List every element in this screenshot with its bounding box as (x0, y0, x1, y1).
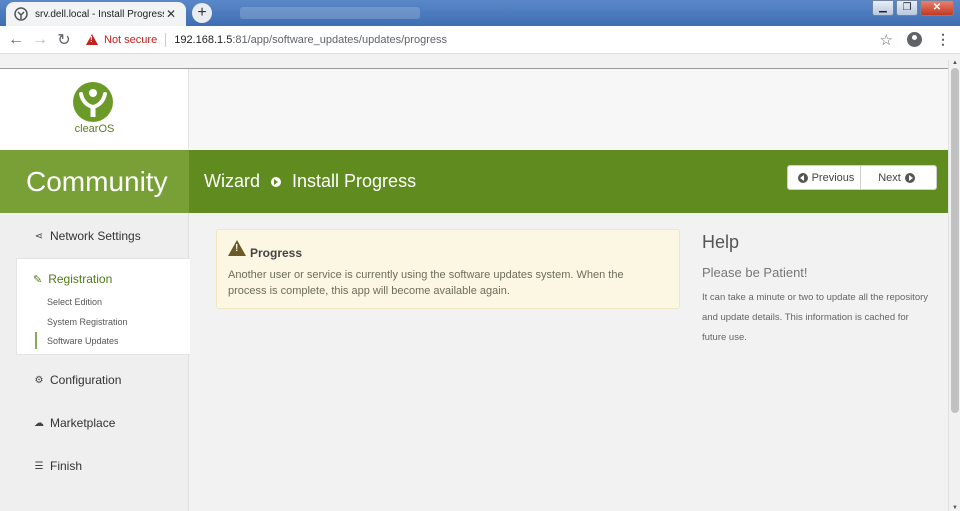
breadcrumb-separator-icon (271, 176, 282, 187)
warning-icon (86, 34, 98, 45)
title-bar: Community Wizard Install Progress Previo… (0, 150, 948, 213)
sidebar-item-label: Network Settings (50, 229, 141, 243)
sidebar-item-label: Marketplace (50, 416, 116, 430)
scroll-down-icon[interactable]: ▼ (951, 505, 959, 511)
sidebar-item-label: Configuration (50, 373, 122, 387)
help-subtitle: Please be Patient! (702, 265, 808, 280)
blurred-window-title (240, 7, 420, 19)
new-tab-button[interactable]: + (192, 3, 212, 23)
gears-icon: ⚙ (34, 374, 44, 386)
sidebar-item-network[interactable]: ⋖ Network Settings (33, 229, 141, 243)
breadcrumb-current: Install Progress (292, 171, 417, 191)
circle-arrow-left-icon (797, 172, 808, 183)
breadcrumb-root[interactable]: Wizard (204, 171, 260, 192)
url-path: :81/app/software_updates/updates/progres… (232, 33, 447, 46)
browser-toolbar: ← → ↻ Not secure 192.168.1.5:81/app/soft… (0, 26, 960, 54)
pencil-icon: ✎ (33, 273, 43, 286)
address-divider (165, 32, 167, 47)
logo-area: clearOS (0, 69, 189, 150)
back-arrow-icon[interactable]: ← (4, 28, 28, 52)
progress-alert: Progress Another user or service is curr… (216, 229, 680, 309)
security-indicator[interactable]: Not secure (86, 34, 157, 46)
sidebar-item-finish[interactable]: ☰ Finish (33, 459, 83, 473)
help-title: Help (702, 232, 740, 252)
list-icon: ☰ (34, 460, 44, 472)
reload-icon[interactable]: ↻ (52, 28, 76, 52)
minimize-icon[interactable]: ▁ (872, 0, 894, 16)
alert-message: Another user or service is currently usi… (228, 269, 624, 297)
active-indicator (35, 332, 37, 349)
browser-tab[interactable]: srv.dell.local - Install Progress ✕ (6, 2, 186, 26)
tab-title: srv.dell.local - Install Progress (35, 8, 164, 20)
browser-tab-bar: srv.dell.local - Install Progress ✕ + ▁ … (0, 0, 960, 26)
share-icon: ⋖ (34, 230, 44, 242)
cloud-download-icon: ☁ (34, 417, 44, 429)
breadcrumb: Wizard Install Progress (204, 150, 416, 213)
help-text: It can take a minute or two to update al… (702, 292, 929, 343)
scroll-thumb[interactable] (951, 68, 959, 413)
sidebar-item-label: Registration (48, 272, 113, 286)
wizard-sidebar: ⋖ Network Settings ✎ Registration Select… (0, 213, 190, 511)
window-controls: ▁ ❐ ✕ (872, 0, 954, 16)
alert-title: Progress (250, 246, 303, 260)
bookmark-star-icon[interactable]: ☆ (880, 31, 893, 49)
warning-icon (228, 240, 246, 256)
window-close-icon[interactable]: ✕ (920, 0, 954, 16)
sidebar-item-configuration[interactable]: ⚙ Configuration (33, 373, 122, 387)
sidebar-subitem-select-edition[interactable]: Select Edition (47, 297, 102, 307)
scroll-up-icon[interactable]: ▲ (951, 60, 959, 66)
profile-icon[interactable] (907, 32, 922, 47)
wizard-nav: Previous Next (787, 165, 937, 190)
sidebar-item-marketplace[interactable]: ☁ Marketplace (33, 416, 115, 430)
page-content: clearOS Community Wizard Install Progres… (0, 68, 948, 511)
registration-panel: ✎ Registration Select Edition System Reg… (16, 258, 190, 355)
restore-icon[interactable]: ❐ (896, 0, 918, 16)
address-bar[interactable]: 192.168.1.5:81/app/software_updates/upda… (174, 34, 447, 46)
url-host: 192.168.1.5 (174, 33, 233, 46)
menu-kebab-icon[interactable]: ⋮ (936, 31, 950, 48)
sidebar-item-registration[interactable]: ✎ Registration (33, 272, 112, 286)
sidebar-subitem-system-registration[interactable]: System Registration (47, 317, 128, 327)
next-button[interactable]: Next (861, 165, 937, 190)
site-favicon-icon (14, 7, 28, 21)
sidebar-subitem-software-updates[interactable]: Software Updates (47, 336, 119, 346)
previous-button[interactable]: Previous (787, 165, 861, 190)
tab-close-icon[interactable]: ✕ (164, 7, 178, 21)
clearos-logo-icon (72, 81, 114, 123)
page-scrollbar[interactable]: ▲ ▼ (948, 60, 960, 511)
edition-title: Community (0, 150, 189, 213)
header-area (189, 69, 948, 150)
circle-arrow-right-icon (904, 172, 915, 183)
security-label: Not secure (104, 33, 158, 46)
sidebar-item-label: Finish (50, 459, 83, 473)
previous-label: Previous (811, 171, 855, 184)
forward-arrow-icon[interactable]: → (28, 28, 52, 52)
logo-text: clearOS (74, 123, 115, 135)
next-label: Next (878, 171, 901, 184)
